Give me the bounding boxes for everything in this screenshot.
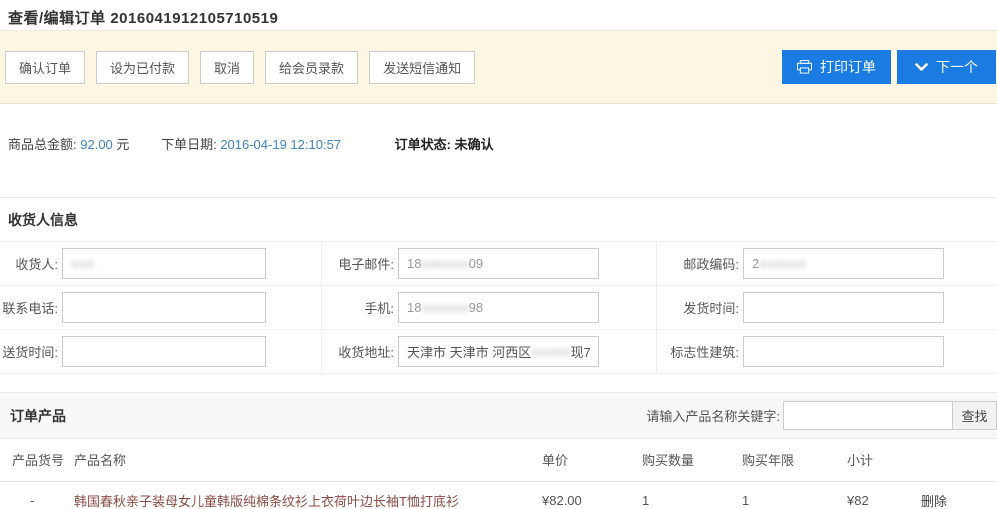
order-summary: 商品总金额: 92.00 元 下单日期: 2016-04-19 12:10:57… <box>0 104 997 153</box>
recipient-section-title: 收货人信息 <box>0 198 997 241</box>
row-subtotal: ¥82 <box>843 481 917 509</box>
print-order-button[interactable]: 打印订单 <box>782 50 891 84</box>
order-date-value: 2016-04-19 12:10:57 <box>220 137 341 152</box>
order-edit-page: 查看/编辑订单 2016041912105710519 确认订单 设为已付款 取… <box>0 0 997 509</box>
field-email: 电子邮件: 18●●●●●●09 <box>322 242 657 286</box>
print-order-label: 打印订单 <box>820 57 876 77</box>
ship-time-input[interactable] <box>743 292 944 323</box>
phone-input[interactable] <box>62 292 266 323</box>
toolbar-right-buttons: 打印订单 下一个 <box>782 50 996 84</box>
order-status: 订单状态: 未确认 <box>395 137 494 152</box>
order-date: 下单日期: 2016-04-19 12:10:57 <box>161 137 341 152</box>
row-sku: - <box>0 481 70 509</box>
row-years: 1 <box>738 481 843 509</box>
email-input[interactable]: 18●●●●●●09 <box>398 248 599 279</box>
send-sms-button[interactable]: 发送短信通知 <box>369 51 475 84</box>
delivery-time-input[interactable] <box>62 336 266 367</box>
redacted-value: ●●●●●● <box>421 300 468 315</box>
products-section-title: 订单产品 <box>10 406 66 426</box>
col-name: 产品名称 <box>70 439 538 481</box>
member-payment-button[interactable]: 给会员录款 <box>265 51 358 84</box>
order-total: 商品总金额: 92.00 元 <box>8 137 129 152</box>
products-table-header-row: 产品货号 产品名称 单价 购买数量 购买年限 小计 <box>0 439 997 481</box>
row-price: ¥82.00 <box>538 481 638 509</box>
toolbar-left-buttons: 确认订单 设为已付款 取消 给会员录款 发送短信通知 <box>5 51 475 84</box>
mark-paid-button[interactable]: 设为已付款 <box>96 51 189 84</box>
cancel-button[interactable]: 取消 <box>200 51 254 84</box>
recipient-form: 收货人: ●●● 电子邮件: 18●●●●●●09 邮政编码: 2●●●●●● … <box>0 241 997 374</box>
chevron-down-icon <box>915 63 928 72</box>
redacted-value: ●●●●● <box>531 344 570 359</box>
mobile-input[interactable]: 18●●●●●●98 <box>398 292 599 323</box>
redacted-value: ●●●●●● <box>421 256 468 271</box>
col-years: 购买年限 <box>738 439 843 481</box>
printer-icon <box>797 60 812 74</box>
landmark-input[interactable] <box>743 336 944 367</box>
confirm-order-button[interactable]: 确认订单 <box>5 51 85 84</box>
product-search-input[interactable] <box>783 401 953 430</box>
field-landmark: 标志性建筑: <box>657 330 997 374</box>
field-ship-time: 发货时间: <box>657 286 997 330</box>
order-status-value: 未确认 <box>455 137 494 152</box>
col-qty: 购买数量 <box>638 439 738 481</box>
order-total-value: 92.00 <box>80 137 113 152</box>
col-subtotal: 小计 <box>843 439 917 481</box>
col-sku: 产品货号 <box>0 439 70 481</box>
field-mobile: 手机: 18●●●●●●98 <box>322 286 657 330</box>
consignee-input[interactable]: ●●● <box>62 248 266 279</box>
products-section-header: 订单产品 请输入产品名称关键字: 查找 <box>0 392 997 439</box>
zipcode-input[interactable]: 2●●●●●● <box>743 248 944 279</box>
field-address: 收货地址: 天津市 天津市 河西区●●●●●现7 <box>322 330 657 374</box>
next-order-label: 下一个 <box>936 57 978 77</box>
address-input[interactable]: 天津市 天津市 河西区●●●●●现7 <box>398 336 599 367</box>
field-phone: 联系电话: <box>0 286 322 330</box>
row-qty: 1 <box>638 481 738 509</box>
search-label: 请输入产品名称关键字: <box>646 406 780 425</box>
field-zipcode: 邮政编码: 2●●●●●● <box>657 242 997 286</box>
toolbar: 确认订单 设为已付款 取消 给会员录款 发送短信通知 打印订单 <box>0 30 997 104</box>
row-product-name: 韩国春秋亲子装母女儿童韩版纯棉条纹衫上衣荷叶边长袖T恤打底衫 <box>70 481 538 509</box>
col-price: 单价 <box>538 439 638 481</box>
table-row: - 韩国春秋亲子装母女儿童韩版纯棉条纹衫上衣荷叶边长袖T恤打底衫 ¥82.00 … <box>0 481 997 509</box>
product-search-area: 请输入产品名称关键字: 查找 <box>646 401 997 430</box>
delete-link[interactable]: 删除 <box>921 494 947 509</box>
redacted-value: ●●●●●● <box>759 256 806 271</box>
search-button[interactable]: 查找 <box>953 401 997 430</box>
products-table: 产品货号 产品名称 单价 购买数量 购买年限 小计 - 韩国春秋亲子装母女儿童韩… <box>0 439 997 509</box>
titlebar: 查看/编辑订单 2016041912105710519 <box>0 0 997 30</box>
redacted-value: ●●● <box>71 256 95 271</box>
next-order-button[interactable]: 下一个 <box>897 50 996 84</box>
field-delivery-time: 送货时间: <box>0 330 322 374</box>
page-title: 查看/编辑订单 2016041912105710519 <box>8 7 989 28</box>
field-consignee: 收货人: ●●● <box>0 242 322 286</box>
col-action <box>917 439 997 481</box>
